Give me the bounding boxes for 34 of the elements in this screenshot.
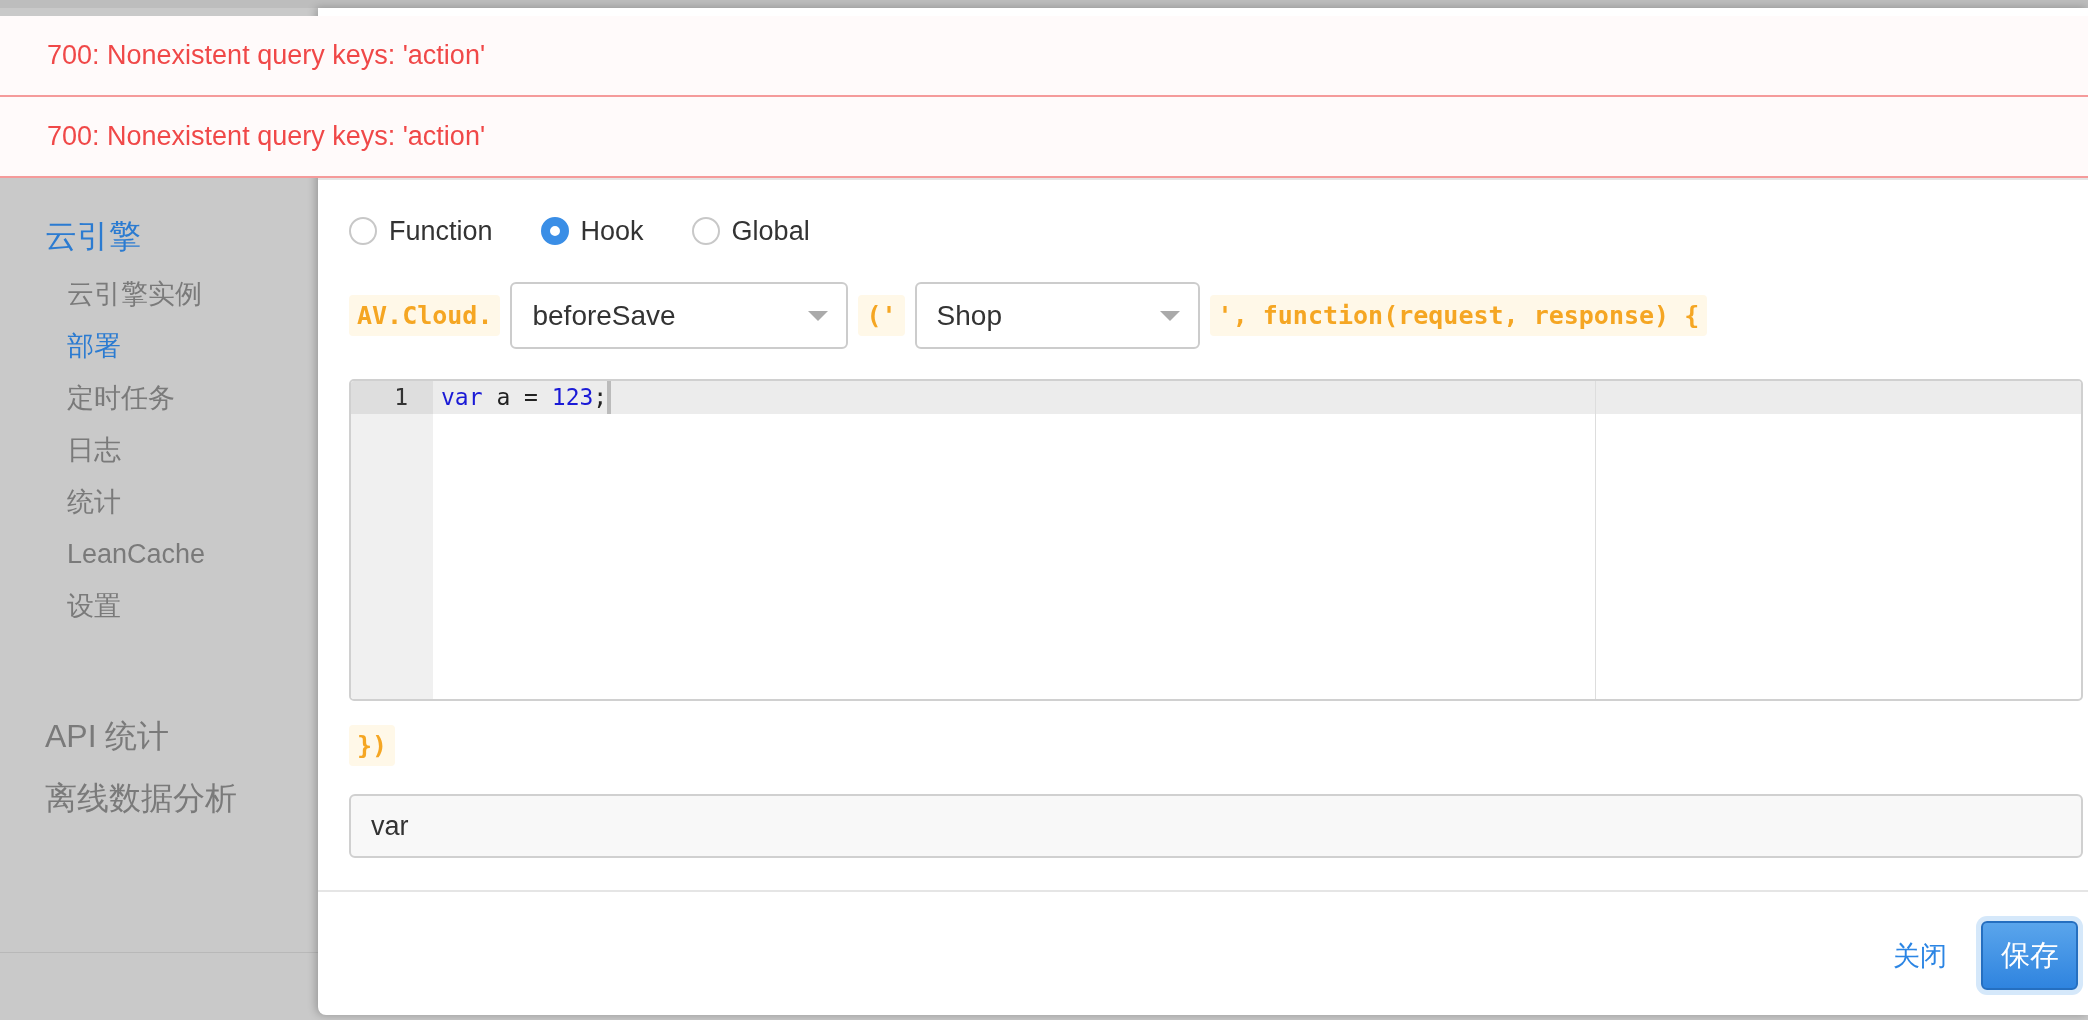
sidebar-subitem[interactable]: 设置 [0, 580, 121, 632]
sidebar-subitem[interactable]: 日志 [0, 424, 121, 476]
sidebar-subitem[interactable]: 部署 [0, 320, 121, 372]
radio-icon[interactable] [349, 217, 377, 245]
code-suffix: ', function(request, response) { [1209, 295, 1708, 336]
type-radio[interactable]: Hook [540, 215, 644, 247]
type-radio[interactable]: Function [349, 215, 493, 247]
code-prefix: AV.Cloud. [349, 295, 501, 336]
error-notification: 700: Nonexistent query keys: 'action' [0, 16, 2088, 97]
sidebar-subitem[interactable]: LeanCache [0, 528, 206, 580]
hook-select[interactable]: beforeSave [510, 282, 849, 349]
radio-icon[interactable] [540, 217, 569, 245]
code-line: var a = 123; [433, 381, 612, 414]
code-closing: }) [349, 725, 396, 766]
line-number: 1 [351, 381, 433, 414]
sidebar-subitem[interactable]: 统计 [0, 476, 121, 528]
sidebar-subitem[interactable]: 定时任务 [0, 372, 175, 424]
radio-label: Global [731, 215, 810, 247]
output-field[interactable]: var [349, 794, 2083, 858]
sidebar-subitem[interactable]: 云引擎实例 [0, 268, 202, 320]
close-button[interactable]: 关闭 [1887, 936, 1953, 975]
code-editor[interactable]: 1 var a = 123; [349, 379, 2083, 701]
radio-label: Hook [580, 215, 644, 247]
radio-icon[interactable] [691, 217, 720, 245]
error-notification: 700: Nonexistent query keys: 'action' [0, 97, 2088, 178]
class-select[interactable]: Shop [914, 282, 1200, 349]
code-paren: (' [858, 295, 905, 336]
sidebar-item[interactable]: API 统计 [0, 714, 170, 758]
type-radio[interactable]: Global [691, 215, 810, 247]
caret-icon [808, 310, 829, 321]
caret-icon [1159, 310, 1180, 321]
sidebar-item[interactable]: 离线数据分析 [0, 776, 237, 820]
radio-label: Function [389, 215, 493, 247]
sidebar-item[interactable]: 云引擎 [0, 214, 141, 258]
